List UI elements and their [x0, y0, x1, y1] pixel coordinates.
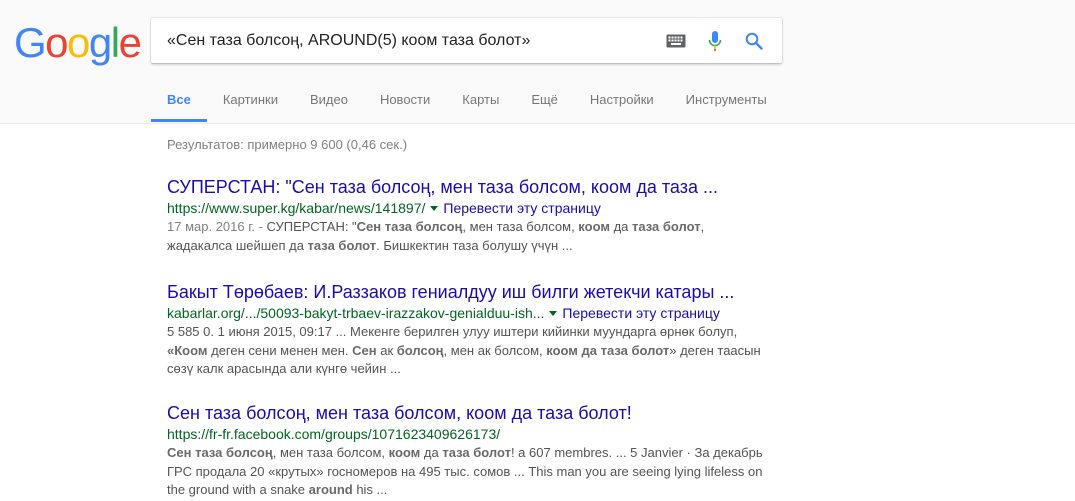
- snippet-text: ! a 607 membres. ... 5 Janvier · За дека…: [510, 445, 763, 460]
- result-snippet: Сен таза болсоң, мен таза болсом, коом д…: [167, 444, 767, 500]
- search-result: Сен таза болсоң, мен таза болсом, коом д…: [167, 402, 767, 500]
- snippet-text: деген сени менен мен.: [207, 342, 353, 358]
- snippet-text: да: [420, 445, 443, 460]
- tab-3[interactable]: Новости: [364, 80, 446, 121]
- snippet-line: ГРС продала 20 «крутых» госномеров на 49…: [167, 463, 767, 482]
- snippet-text: , мен таза болсом,: [272, 445, 389, 460]
- snippet-text: сөзү калк арасында али күнгө чейин ...: [167, 361, 401, 376]
- snippet-text: , мен ак болсом,: [443, 342, 547, 358]
- result-url-text: https://www.super.kg/kabar/news/141897/: [167, 200, 426, 216]
- snippet-highlight: таза болот: [442, 445, 511, 460]
- snippet-line: жадакалса шейшеп да таза болот. Бишкекти…: [167, 237, 767, 256]
- snippet-highlight: болсоң: [396, 342, 444, 358]
- snippet-highlight: Сен таза болсоң: [356, 219, 463, 234]
- tab-6[interactable]: Настройки: [574, 80, 670, 121]
- snippet-text: » деген таасын: [669, 342, 761, 358]
- snippet-line: Сен таза болсоң, мен таза болсом, коом д…: [167, 444, 767, 463]
- snippet-text: да: [609, 219, 633, 234]
- result-snippet: 5 585 0. 1 июня 2015, 09:17 ... Мекенге …: [167, 323, 767, 379]
- snippet-highlight: коом: [388, 445, 421, 460]
- search-icon[interactable]: [743, 30, 765, 52]
- snippet-text: 5 585 0. 1 июня 2015, 09:17 ... Мекенге …: [167, 324, 738, 339]
- snippet-text: the ground with a snake: [167, 482, 309, 497]
- result-url: https://www.super.kg/kabar/news/141897/П…: [167, 199, 767, 217]
- tab-4[interactable]: Карты: [446, 80, 515, 121]
- snippet-line: 5 585 0. 1 июня 2015, 09:17 ... Мекенге …: [167, 323, 767, 342]
- snippet-line: «Коом деген сени менен мен. Сен ак болсо…: [167, 342, 767, 361]
- result-url: kabarlar.org/.../50093-bakyt-trbaev-iraz…: [167, 304, 767, 322]
- tab-1[interactable]: Картинки: [207, 80, 294, 121]
- snippet-text: СУПЕРСТАН: ": [266, 219, 357, 234]
- snippet-highlight: таза болот: [632, 219, 701, 234]
- logo-letter: G: [14, 19, 47, 66]
- snippet-highlight: таза болот: [307, 237, 377, 253]
- snippet-highlight: коом да таза болот: [546, 342, 670, 358]
- dropdown-arrow-icon[interactable]: [430, 206, 439, 212]
- logo-letter: l: [110, 19, 120, 66]
- result-snippet: 17 мар. 2016 г. - СУПЕРСТАН: "Сен таза б…: [167, 218, 767, 255]
- snippet-highlight: Сен таза болсоң: [167, 445, 273, 460]
- snippet-text: ,: [700, 219, 705, 234]
- search-header: Google «Сен таза болсоң, AROUND(5) коом …: [0, 0, 1075, 124]
- search-result: Бакыт Төрөбаев: И.Раззаков гениалдуу иш …: [167, 281, 767, 379]
- snippet-highlight: коом: [578, 219, 610, 234]
- result-url-text: kabarlar.org/.../50093-bakyt-trbaev-iraz…: [167, 305, 545, 321]
- search-result: СУПЕРСТАН: "Сен таза болсоң, мен таза бо…: [167, 176, 767, 255]
- search-tabs: Все Картинки Видео Новости Карты Ещё Настройки…: [151, 80, 783, 123]
- result-stats: Результатов: примерно 9 600 (0,46 сек.): [167, 137, 408, 152]
- snippet-highlight: around: [308, 482, 353, 497]
- snippet-text: , мен таза болсом,: [462, 219, 579, 234]
- tab-2[interactable]: Видео: [294, 80, 364, 121]
- logo-letter: e: [118, 19, 142, 66]
- search-input[interactable]: [167, 18, 657, 63]
- snippet-text: his ...: [352, 482, 388, 497]
- tab-0[interactable]: Все: [151, 80, 207, 122]
- logo-letter: o: [45, 19, 68, 66]
- keyboard-icon[interactable]: [665, 30, 687, 52]
- snippet-line: the ground with a snake around his ...: [167, 481, 767, 500]
- result-title-link[interactable]: Сен таза болсоң, мен таза болсом, коом д…: [167, 402, 767, 424]
- search-box[interactable]: [151, 18, 782, 63]
- snippet-highlight: Сен: [352, 342, 377, 358]
- tab-5[interactable]: Ещё: [515, 80, 574, 121]
- result-title-link[interactable]: Бакыт Төрөбаев: И.Раззаков гениалдуу иш …: [167, 281, 767, 303]
- snippet-text: 17 мар. 2016 г. -: [167, 219, 267, 234]
- snippet-line: 17 мар. 2016 г. - СУПЕРСТАН: "Сен таза б…: [167, 218, 767, 237]
- snippet-text: ак: [376, 342, 397, 358]
- google-logo[interactable]: Google: [14, 18, 142, 68]
- result-url: https://fr-fr.facebook.com/groups/107162…: [167, 425, 767, 443]
- translate-link[interactable]: Перевести эту страницу: [562, 305, 719, 321]
- snippet-text: . Бишкектин таза болушу үчүн ...: [376, 237, 573, 253]
- snippet-text: жадакалса шейшеп да: [167, 237, 308, 253]
- logo-letter: g: [88, 19, 112, 66]
- snippet-highlight: «Коом: [167, 342, 208, 358]
- translate-link[interactable]: Перевести эту страницу: [443, 200, 600, 216]
- mic-icon[interactable]: [704, 30, 726, 52]
- tab-7[interactable]: Инструменты: [670, 80, 783, 121]
- snippet-text: ГРС продала 20 «крутых» госномеров на 49…: [167, 463, 763, 479]
- result-title-link[interactable]: СУПЕРСТАН: "Сен таза болсоң, мен таза бо…: [167, 176, 767, 198]
- result-url-text: https://fr-fr.facebook.com/groups/107162…: [167, 426, 501, 442]
- dropdown-arrow-icon[interactable]: [549, 311, 558, 317]
- snippet-line: сөзү калк арасында али күнгө чейин ...: [167, 360, 767, 379]
- logo-letter: o: [67, 19, 90, 66]
